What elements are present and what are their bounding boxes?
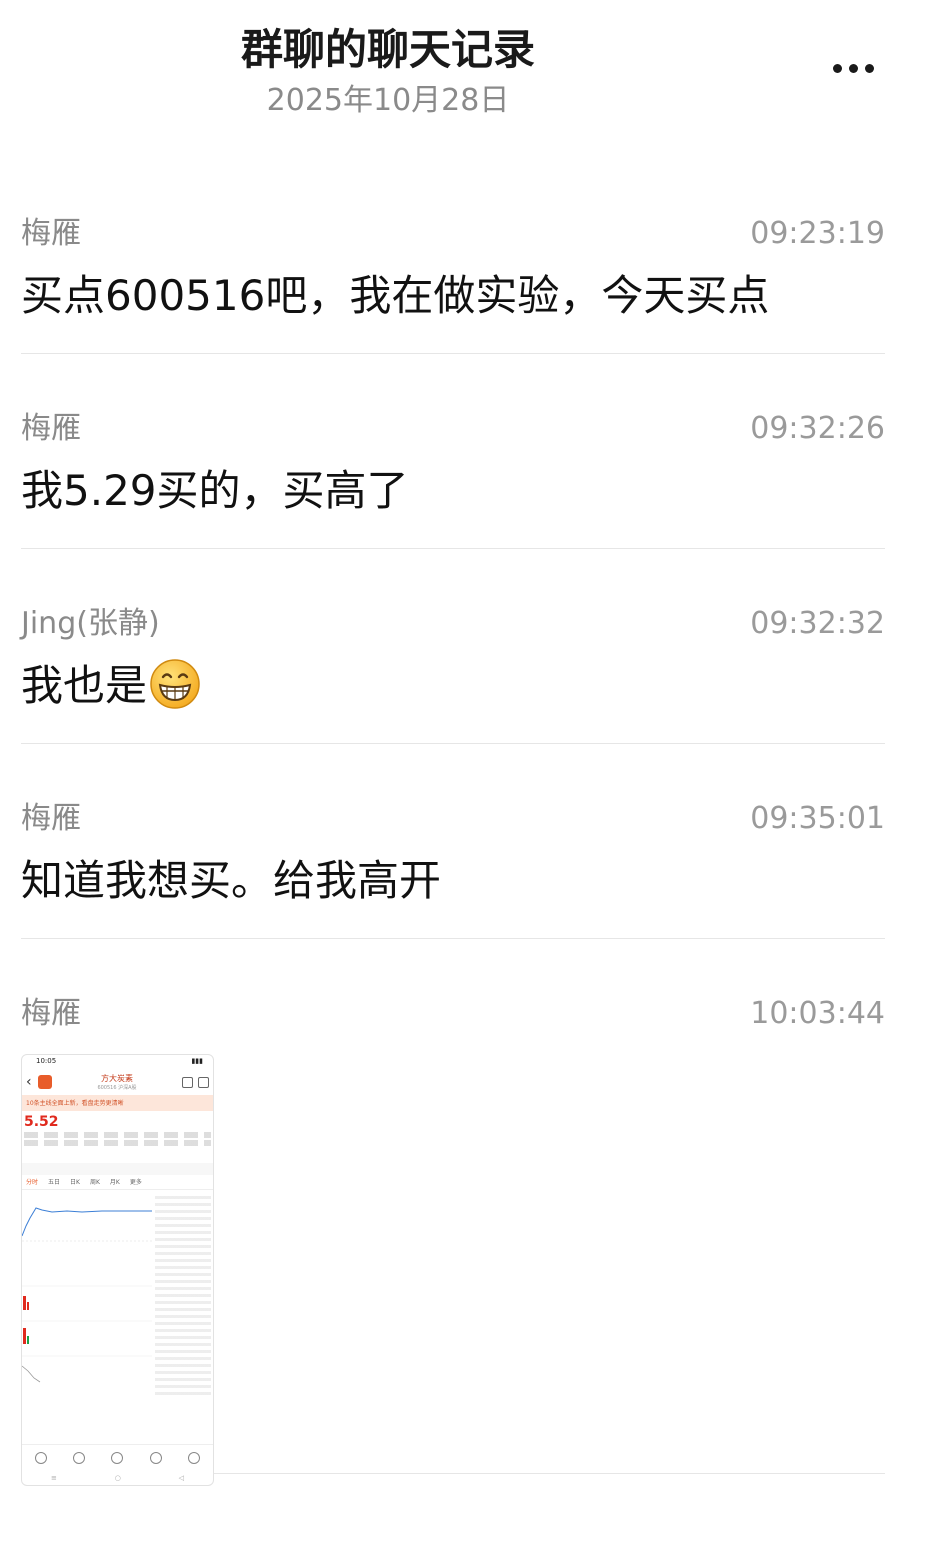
message-sender: 梅雁 (21, 216, 81, 251)
thumbnail-tab: 周K (89, 1178, 100, 1186)
thumbnail-status-time: 10:05 (36, 1057, 57, 1065)
message-text-row: 我也是 (21, 658, 201, 714)
record-date: 2025年10月28日 (266, 83, 510, 118)
message-item[interactable]: 梅雁 09:23:19 买点600516吧，我在做实验，今天买点 (21, 190, 885, 354)
more-dot-icon (832, 63, 842, 73)
more-dot-icon (848, 63, 858, 73)
message-list: 梅雁 09:23:19 买点600516吧，我在做实验，今天买点 梅雁 09:3… (0, 190, 928, 1486)
message-sender: 梅雁 (21, 411, 81, 446)
message-time: 09:23:19 (750, 216, 885, 251)
message-item[interactable]: 梅雁 09:32:26 我5.29买的，买高了 (21, 385, 885, 549)
thumbnail-stock-code: 600516 沪深A股 (97, 1085, 137, 1091)
message-time: 10:03:44 (750, 996, 885, 1031)
message-item[interactable]: 梅雁 10:03:44 10:05 ▮▮▮ ‹ 方大炭素 600516 沪深A股… (21, 970, 885, 1486)
toolbar-icon (187, 1452, 200, 1464)
message-time: 09:35:01 (750, 801, 885, 836)
home-icon: ○ (114, 1473, 121, 1482)
message-text: 我也是 (21, 661, 148, 710)
message-item[interactable]: 梅雁 09:35:01 知道我想买。给我高开 (21, 775, 885, 939)
back-icon: ◁ (178, 1473, 185, 1482)
thumbnail-banner: 10条主线全面上新，看盘走势更清晰 (22, 1095, 213, 1111)
image-attachment-thumbnail[interactable]: 10:05 ▮▮▮ ‹ 方大炭素 600516 沪深A股 10条主线全面上新，看… (21, 1054, 214, 1486)
quote-row (24, 1140, 211, 1146)
toolbar-icon (73, 1452, 86, 1464)
thumbnail-chart-tabs: 分时 五日 日K 周K 月K 更多 (22, 1175, 213, 1190)
menu-icon: ≡ (50, 1473, 57, 1482)
message-sender: 梅雁 (21, 801, 81, 836)
toolbar-icon (35, 1452, 48, 1464)
thumbnail-system-nav: ≡ ○ ◁ (22, 1471, 213, 1485)
quote-row (24, 1132, 211, 1138)
toolbar-icon (149, 1452, 162, 1464)
grinning-face-icon (150, 659, 200, 709)
signal-icon: ▮▮▮ (191, 1057, 203, 1065)
thumbnail-chart-area (22, 1190, 213, 1400)
thumbnail-tab: 日K (70, 1178, 80, 1186)
message-sender: 梅雁 (21, 996, 81, 1031)
message-text: 买点600516吧，我在做实验，今天买点 (21, 271, 770, 320)
more-options-button[interactable] (818, 48, 888, 88)
thumbnail-tab: 更多 (129, 1178, 142, 1186)
thumbnail-intraday-chart (22, 1207, 152, 1383)
thumbnail-price: 5.52 (24, 1114, 59, 1130)
thumbnail-notice-bar (22, 1163, 213, 1175)
thumbnail-tab: 五日 (48, 1178, 61, 1186)
message-sender: Jing(张静) (21, 606, 160, 641)
back-arrow-icon: ‹ (26, 1073, 32, 1090)
thumbnail-tab: 月K (109, 1178, 120, 1186)
thumbnail-bottom-toolbar (22, 1444, 213, 1471)
message-item[interactable]: Jing(张静) 09:32:32 我也是 (21, 580, 885, 744)
message-time: 09:32:26 (750, 411, 885, 446)
thumbnail-nav-bar: ‹ 方大炭素 600516 沪深A股 (22, 1069, 213, 1095)
thumbnail-stock-name: 方大炭素 (101, 1074, 133, 1083)
message-text: 知道我想买。给我高开 (21, 856, 442, 905)
search-icon (198, 1077, 209, 1088)
page-title: 群聊的聊天记录 (240, 25, 535, 74)
thumbnail-tab: 分时 (26, 1178, 39, 1186)
app-logo-icon (38, 1075, 52, 1089)
message-text: 我5.29买的，买高了 (21, 466, 409, 515)
thumbnail-nav-icons (182, 1077, 209, 1088)
thumbnail-status-bar: 10:05 ▮▮▮ (22, 1055, 213, 1069)
message-time: 09:32:32 (750, 606, 885, 641)
chat-record-header: 群聊的聊天记录 2025年10月28日 (0, 0, 928, 140)
more-dot-icon (864, 63, 874, 73)
toolbar-icon (111, 1452, 124, 1464)
share-icon (182, 1077, 193, 1088)
thumbnail-quote-panel: 5.52 (22, 1111, 213, 1161)
thumbnail-order-book (155, 1196, 211, 1396)
